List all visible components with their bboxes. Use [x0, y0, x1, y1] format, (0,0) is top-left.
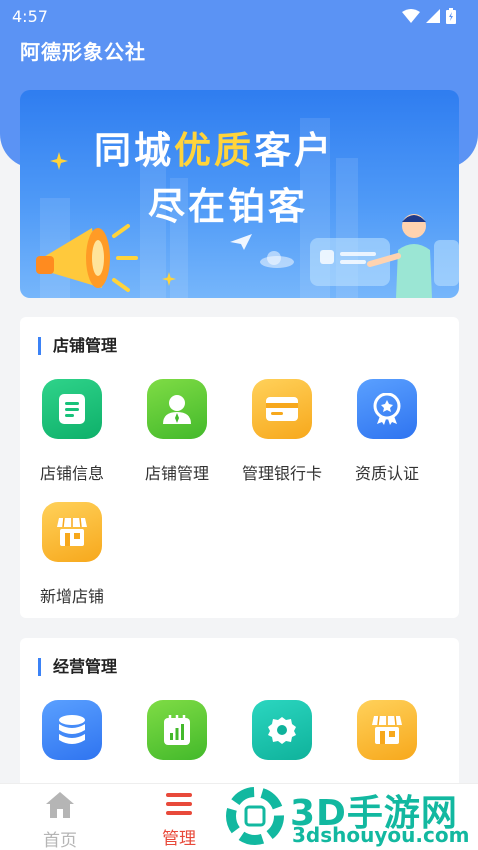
- add-shop-item[interactable]: 新增店铺: [20, 502, 124, 607]
- megaphone-icon: [36, 224, 138, 292]
- card-icon: [252, 379, 312, 439]
- business-item-2[interactable]: [125, 700, 229, 760]
- qualification-item[interactable]: 资质认证: [335, 379, 439, 484]
- shop-info-item[interactable]: 店铺信息: [20, 379, 124, 484]
- person-icon: [147, 379, 207, 439]
- section-title: 经营管理: [38, 658, 117, 676]
- nav-home[interactable]: 首页: [20, 792, 100, 850]
- paper-plane-icon: [230, 234, 252, 250]
- chart-icon: [147, 700, 207, 760]
- menu-icon: [166, 793, 192, 815]
- menu-label: 资质认证: [354, 464, 419, 483]
- sparkle-icon: [50, 152, 68, 170]
- document-icon: [42, 379, 102, 439]
- business-item-4[interactable]: [335, 700, 439, 760]
- shop-management-card: 店铺管理 店铺信息 店铺管理 管理银行卡 资质认证 新增店铺: [20, 317, 459, 618]
- nav-manage[interactable]: 管理: [139, 792, 219, 849]
- badge-icon: [357, 379, 417, 439]
- database-icon: [42, 700, 102, 760]
- business-item-1[interactable]: [20, 700, 124, 760]
- promo-banner[interactable]: 同城优质客户 尽在铂客: [20, 90, 459, 298]
- battery-icon: [446, 8, 456, 24]
- menu-label: 新增店铺: [39, 587, 104, 606]
- shop-manage-item[interactable]: 店铺管理: [125, 379, 229, 484]
- wifi-icon: [402, 9, 420, 23]
- watermark-url: 3dshouyou.com: [292, 823, 470, 847]
- settings-icon: [252, 700, 312, 760]
- bank-card-item[interactable]: 管理银行卡: [230, 379, 334, 484]
- store-icon: [357, 700, 417, 760]
- watermark-logo-icon: [226, 787, 284, 845]
- app-title: 阿德形象公社: [20, 40, 146, 64]
- store-icon: [42, 502, 102, 562]
- menu-label: 管理银行卡: [241, 464, 322, 483]
- sparkle-icon: [162, 272, 176, 286]
- banner-headline: 同城优质客户: [94, 129, 334, 172]
- cloud-icon: [260, 251, 294, 268]
- status-bar: 4:57: [0, 0, 478, 32]
- status-time: 4:57: [12, 6, 48, 26]
- menu-label: 店铺信息: [39, 464, 104, 483]
- nav-label: 管理: [162, 829, 196, 849]
- section-title: 店铺管理: [38, 337, 117, 355]
- signal-icon: [426, 9, 440, 23]
- menu-label: 店铺管理: [144, 464, 209, 483]
- person-illustration: [310, 214, 459, 298]
- business-item-3[interactable]: [230, 700, 334, 760]
- status-icons: [402, 8, 456, 24]
- banner-subline: 尽在铂客: [148, 185, 308, 228]
- nav-label: 首页: [43, 831, 77, 850]
- home-icon: [46, 792, 74, 818]
